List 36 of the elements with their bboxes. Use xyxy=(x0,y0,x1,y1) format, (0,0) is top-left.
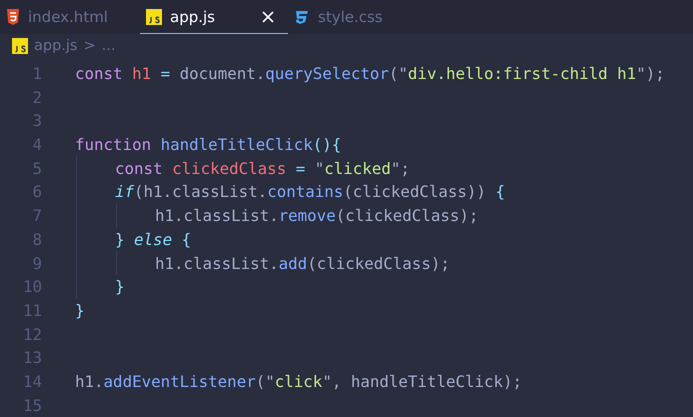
close-icon[interactable] xyxy=(262,10,274,22)
js-file-icon xyxy=(146,8,162,24)
editor-tab[interactable]: app.js xyxy=(140,0,288,34)
line-number: 15 xyxy=(22,396,42,415)
editor-tab[interactable]: style.css xyxy=(288,0,397,34)
js-file-icon xyxy=(12,38,28,54)
line-number: 10 xyxy=(22,277,42,296)
code-line: h1.classList.add(clickedClass); xyxy=(155,254,450,273)
line-number: 2 xyxy=(31,88,42,107)
line-number: 12 xyxy=(22,324,42,344)
editor-tab[interactable]: index.html xyxy=(0,0,140,34)
code-line: if(h1.classList.contains(clickedClass)) { xyxy=(115,182,505,202)
breadcrumb-separator: > xyxy=(84,38,96,54)
line-number: 1 xyxy=(31,64,42,84)
line-number: 9 xyxy=(31,254,42,273)
code-line: } xyxy=(115,277,125,296)
line-number: 7 xyxy=(31,206,42,226)
line-number: 3 xyxy=(31,111,42,130)
code-line: const h1 = document.querySelector("div.hello:first-child h1"); xyxy=(75,64,665,84)
code-line: } xyxy=(75,300,85,320)
line-number: 13 xyxy=(22,348,42,368)
css-file-icon xyxy=(294,8,310,24)
code-line: const clickedClass = "clicked"; xyxy=(115,158,410,178)
line-number: 4 xyxy=(31,135,42,154)
line-number: 6 xyxy=(31,182,42,202)
line-number: 14 xyxy=(22,372,42,391)
line-number: 5 xyxy=(31,158,42,178)
code-line: h1.classList.remove(clickedClass); xyxy=(155,206,478,226)
line-number: 8 xyxy=(31,230,42,249)
code-line: } else { xyxy=(115,230,192,249)
code-line: function handleTitleClick(){ xyxy=(75,135,342,154)
code-line: h1.addEventListener("click", handleTitleClick); xyxy=(75,372,522,391)
breadcrumb-more[interactable]: ... xyxy=(102,38,116,54)
line-number: 11 xyxy=(22,300,42,320)
html-file-icon xyxy=(6,8,20,24)
breadcrumb-file[interactable]: app.js xyxy=(34,38,78,54)
